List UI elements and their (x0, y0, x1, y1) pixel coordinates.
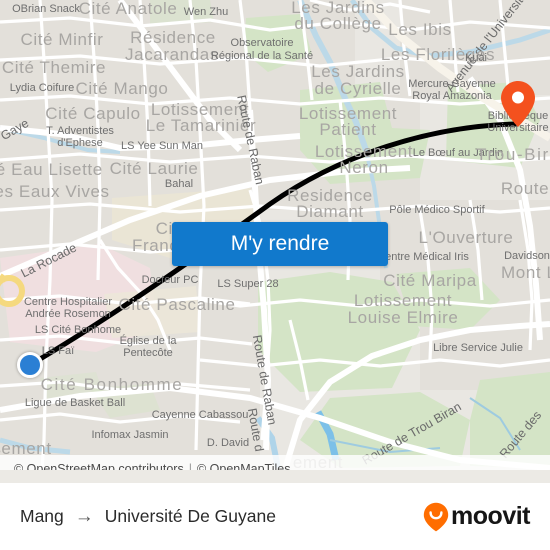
moovit-logo[interactable]: moovit (423, 502, 530, 532)
map-pin-icon (501, 81, 535, 127)
arrow-right-icon: → (74, 505, 94, 527)
trip-origin-label[interactable]: Mang (20, 506, 64, 527)
map-canvas[interactable]: OBrian Snack Cité Anatole Wen Zhu Les Jardi… (0, 0, 550, 470)
origin-marker[interactable] (17, 352, 43, 378)
trip-footer: Mang → Université De Guyane moovit (0, 483, 550, 550)
moovit-trip-map-screen: OBrian Snack Cité Anatole Wen Zhu Les Jardi… (0, 0, 550, 550)
trip-summary: Mang → Université De Guyane (20, 506, 276, 528)
attribution-maptiles[interactable]: © OpenMapTiles (197, 462, 291, 470)
go-there-button[interactable]: M'y rendre (172, 222, 388, 266)
attribution-separator: | (188, 462, 192, 470)
destination-marker[interactable] (500, 80, 536, 128)
trip-destination-label[interactable]: Université De Guyane (105, 506, 276, 527)
moovit-pin-icon (423, 502, 449, 531)
attribution-osm[interactable]: © OpenStreetMap contributors (14, 462, 184, 470)
moovit-wordmark: moovit (451, 502, 530, 530)
map-attribution: © OpenStreetMap contributors | © OpenMap… (0, 455, 550, 470)
